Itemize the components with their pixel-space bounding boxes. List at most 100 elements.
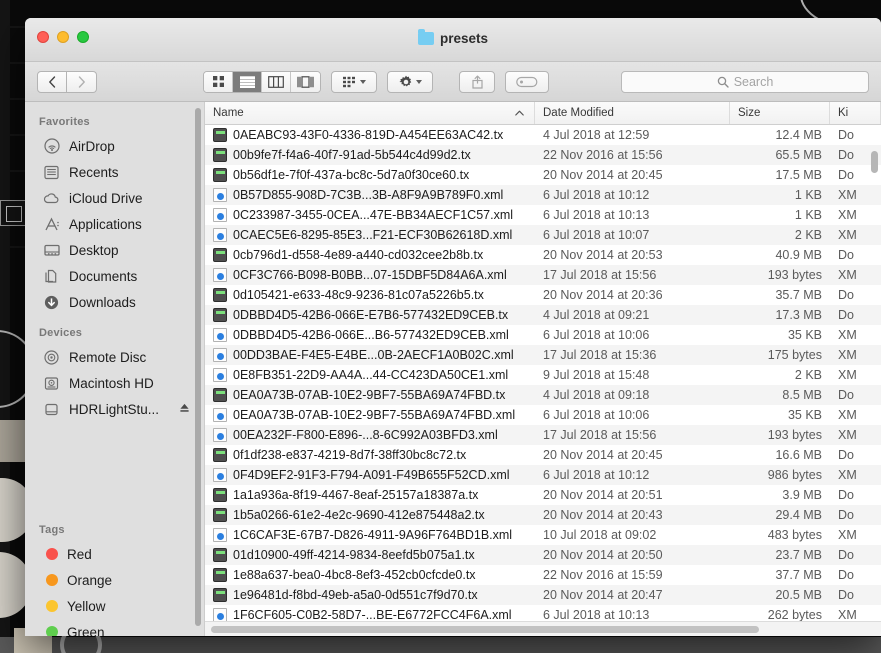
sidebar-item-desktop[interactable]: Desktop: [25, 237, 204, 263]
horizontal-scrollbar-thumb[interactable]: [211, 626, 759, 633]
cell-name: 01d10900-49ff-4214-9834-8eefd5b075a1.tx: [205, 548, 535, 562]
table-row[interactable]: 01d10900-49ff-4214-9834-8eefd5b075a1.tx 2…: [205, 545, 881, 565]
sidebar-tag-green[interactable]: Green: [25, 619, 204, 636]
column-view-button[interactable]: [262, 71, 291, 92]
table-row[interactable]: 0EA0A73B-07AB-10E2-9BF7-55BA69A74FBD.tx 4…: [205, 385, 881, 405]
cell-name: 0F4D9EF2-91F3-F794-A091-F49B655F52CD.xml: [205, 468, 535, 482]
cell-size: 193 bytes: [767, 428, 822, 442]
sidebar-item-documents[interactable]: Documents: [25, 263, 204, 289]
table-row[interactable]: 0DBBD4D5-42B6-066E...B6-577432ED9CEB.xml…: [205, 325, 881, 345]
arrange-button[interactable]: [331, 70, 377, 93]
background-dock: [0, 637, 881, 653]
back-button[interactable]: [37, 70, 67, 93]
sidebar-item-icloud-drive[interactable]: iCloud Drive: [25, 185, 204, 211]
table-row[interactable]: 1a1a936a-8f19-4467-8eaf-25157a18387a.tx 2…: [205, 485, 881, 505]
sidebar-item-applications[interactable]: Applications: [25, 211, 204, 237]
xml-file-icon: [213, 428, 227, 442]
cell-date-modified: 6 Jul 2018 at 10:12: [543, 468, 650, 482]
cell-size: 17.5 MB: [775, 168, 822, 182]
sidebar-item-label: iCloud Drive: [69, 190, 143, 206]
cell-size: 2 KB: [794, 368, 822, 382]
table-row[interactable]: 0CF3C766-B098-B0BB...07-15DBF5D84A6A.xml…: [205, 265, 881, 285]
table-row[interactable]: 0F4D9EF2-91F3-F794-A091-F49B655F52CD.xml…: [205, 465, 881, 485]
column-header-size[interactable]: Size: [730, 102, 830, 124]
table-row[interactable]: 00DD3BAE-F4E5-E4BE...0B-2AECF1A0B02C.xml…: [205, 345, 881, 365]
cell-date-modified: 6 Jul 2018 at 10:06: [543, 408, 650, 422]
cell-kind: XM: [838, 188, 857, 202]
table-row[interactable]: 1C6CAF3E-67B7-D826-4911-9A96F764BD1B.xml…: [205, 525, 881, 545]
table-row[interactable]: 0B57D855-908D-7C3B...3B-A8F9A9B789F0.xml…: [205, 185, 881, 205]
sidebar-tag-orange[interactable]: Orange: [25, 567, 204, 593]
column-header-kind[interactable]: Ki: [830, 102, 881, 124]
column-header-date-modified[interactable]: Date Modified: [535, 102, 730, 124]
cell-name: 0b56df1e-7f0f-437a-bc8c-5d7a0f30ce60.tx: [205, 168, 535, 182]
cell-kind: Do: [838, 308, 854, 322]
sidebar-item-macintosh-hd[interactable]: Macintosh HD: [25, 370, 204, 396]
table-row[interactable]: 1b5a0266-61e2-4e2c-9690-412e875448a2.tx 2…: [205, 505, 881, 525]
table-row[interactable]: 0d105421-e633-48c9-9236-81c07a5226b5.tx 2…: [205, 285, 881, 305]
table-row[interactable]: 0DBBD4D5-42B6-066E-E7B6-577432ED9CEB.tx 4…: [205, 305, 881, 325]
table-row[interactable]: 0C233987-3455-0CEA...47E-BB34AECF1C57.xm…: [205, 205, 881, 225]
cell-kind: XM: [838, 228, 857, 242]
table-row[interactable]: 1F6CF605-C0B2-58D7-...BE-E6772FCC4F6A.xm…: [205, 605, 881, 621]
cell-size: 1 KB: [794, 188, 822, 202]
sidebar-item-airdrop[interactable]: AirDrop: [25, 133, 204, 159]
sidebar-item-label: Recents: [69, 164, 119, 180]
sidebar-item-label: Downloads: [69, 294, 136, 310]
table-row[interactable]: 0CAEC5E6-8295-85E3...F21-ECF30B62618D.xm…: [205, 225, 881, 245]
close-button[interactable]: [37, 31, 49, 43]
tag-color-dot: [46, 626, 58, 636]
cell-size: 29.4 MB: [775, 508, 822, 522]
cell-size: 262 bytes: [767, 608, 822, 621]
vertical-scrollbar[interactable]: [871, 151, 878, 173]
table-row[interactable]: 0E8FB351-22D9-AA4A...44-CC423DA50CE1.xml…: [205, 365, 881, 385]
gallery-view-button[interactable]: [291, 71, 320, 92]
sidebar-tag-yellow[interactable]: Yellow: [25, 593, 204, 619]
sidebar-item-hdrlightstudio[interactable]: HDRLightStu...: [25, 396, 204, 422]
window-titlebar[interactable]: presets: [25, 18, 881, 62]
cell-kind: Do: [838, 128, 854, 142]
eject-icon[interactable]: [179, 402, 190, 417]
window-title-text: presets: [439, 31, 489, 46]
minimize-button[interactable]: [57, 31, 69, 43]
table-row[interactable]: 1e96481d-f8bd-49eb-a5a0-0d551c7f9d70.tx 2…: [205, 585, 881, 605]
table-row[interactable]: 0b56df1e-7f0f-437a-bc8c-5d7a0f30ce60.tx 2…: [205, 165, 881, 185]
column-header-name[interactable]: Name: [205, 102, 535, 124]
cell-size: 35 KB: [787, 328, 822, 342]
sidebar-item-remote-disc[interactable]: Remote Disc: [25, 344, 204, 370]
sidebar-scrollbar[interactable]: [195, 108, 201, 626]
table-row[interactable]: 0AEABC93-43F0-4336-819D-A454EE63AC42.tx 4…: [205, 125, 881, 145]
file-name: 0B57D855-908D-7C3B...3B-A8F9A9B789F0.xml: [233, 188, 504, 202]
cell-date-modified: 6 Jul 2018 at 10:06: [543, 328, 650, 342]
table-row[interactable]: 0f1df238-e837-4219-8d7f-38ff30bc8c72.tx 2…: [205, 445, 881, 465]
xml-file-icon: [213, 188, 227, 202]
cell-kind: Do: [838, 568, 854, 582]
sidebar-item-label: Yellow: [67, 598, 106, 614]
sidebar-item-recents[interactable]: Recents: [25, 159, 204, 185]
file-list-pane: Name Date Modified Size Ki 0AEABC93-43F0…: [205, 102, 881, 636]
list-view-button[interactable]: [233, 71, 262, 92]
sidebar-item-downloads[interactable]: Downloads: [25, 289, 204, 315]
cell-name: 0E8FB351-22D9-AA4A...44-CC423DA50CE1.xml: [205, 368, 535, 382]
file-list[interactable]: 0AEABC93-43F0-4336-819D-A454EE63AC42.tx 4…: [205, 125, 881, 621]
table-row[interactable]: 1e88a637-bea0-4bc8-8ef3-452cb0cfcde0.tx 2…: [205, 565, 881, 585]
file-name: 0cb796d1-d558-4e89-a440-cd032cee2b8b.tx: [233, 248, 484, 262]
sidebar-tag-red[interactable]: Red: [25, 541, 204, 567]
table-row[interactable]: 00EA232F-F800-E896-...8-6C992A03BFD3.xml…: [205, 425, 881, 445]
table-row[interactable]: 00b9fe7f-f4a6-40f7-91ad-5b544c4d99d2.tx 2…: [205, 145, 881, 165]
table-row[interactable]: 0cb796d1-d558-4e89-a440-cd032cee2b8b.tx 2…: [205, 245, 881, 265]
cell-size: 16.6 MB: [775, 448, 822, 462]
edit-tags-button[interactable]: [505, 70, 549, 93]
share-button[interactable]: [459, 70, 495, 93]
search-input[interactable]: Search: [621, 70, 869, 93]
zoom-button[interactable]: [77, 31, 89, 43]
icon-view-button[interactable]: [204, 71, 233, 92]
cell-name: 1b5a0266-61e2-4e2c-9690-412e875448a2.tx: [205, 508, 535, 522]
table-row[interactable]: 0EA0A73B-07AB-10E2-9BF7-55BA69A74FBD.xml…: [205, 405, 881, 425]
forward-button[interactable]: [67, 70, 97, 93]
tx-file-icon: [213, 548, 227, 562]
horizontal-scrollbar-track[interactable]: [205, 621, 881, 636]
action-menu-button[interactable]: [387, 70, 433, 93]
cell-size: 3.9 MB: [782, 488, 822, 502]
cell-kind: Do: [838, 288, 854, 302]
